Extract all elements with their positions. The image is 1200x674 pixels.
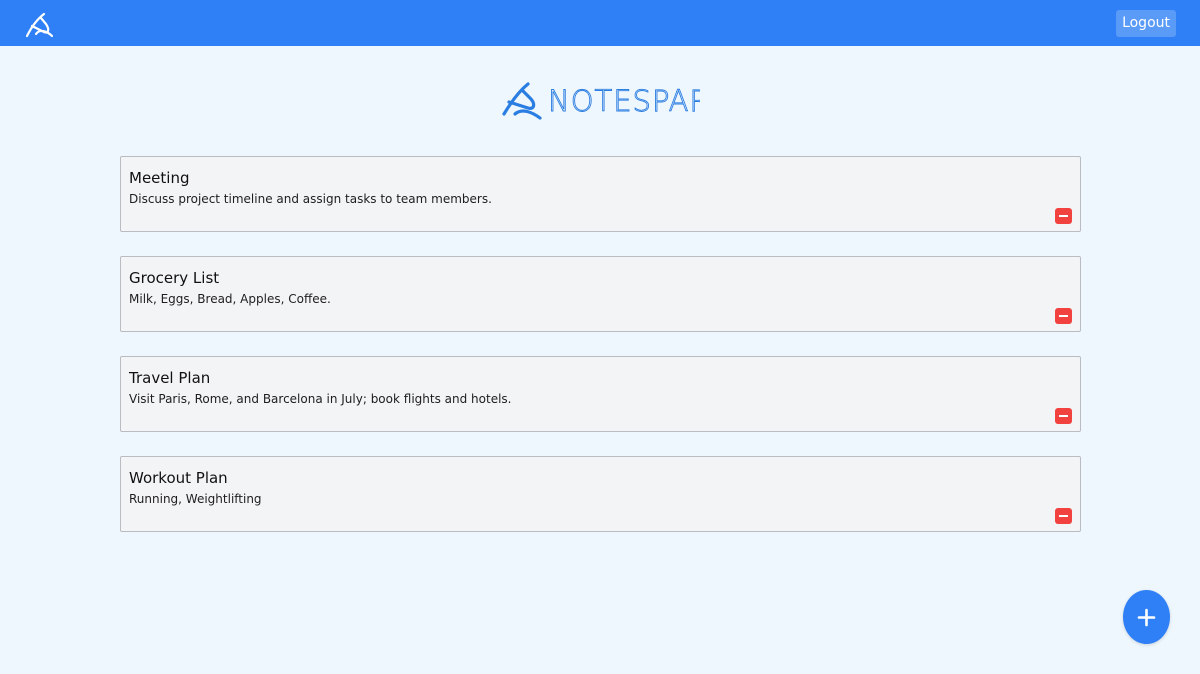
note-title: Meeting <box>129 169 190 187</box>
note-title: Grocery List <box>129 269 220 287</box>
note-body: Milk, Eggs, Bread, Apples, Coffee. <box>129 292 331 306</box>
note-title: Workout Plan <box>129 469 228 487</box>
minus-icon <box>1059 415 1068 417</box>
note-title: Travel Plan <box>129 369 211 387</box>
minus-icon <box>1059 515 1068 517</box>
delete-note-button[interactable] <box>1055 308 1072 324</box>
logout-button[interactable]: Logout <box>1116 10 1176 37</box>
minus-icon <box>1059 215 1068 217</box>
note-body: Running, Weightlifting <box>129 492 262 506</box>
add-note-button[interactable] <box>1123 590 1170 644</box>
navbar: Logout <box>0 0 1200 46</box>
note-card[interactable]: Workout Plan Running, Weightlifting <box>120 456 1081 532</box>
delete-note-button[interactable] <box>1055 408 1072 424</box>
delete-note-button[interactable] <box>1055 508 1072 524</box>
minus-icon <box>1059 315 1068 317</box>
brand-name: NOTESPARK <box>548 84 700 118</box>
note-card[interactable]: Grocery List Milk, Eggs, Bread, Apples, … <box>120 256 1081 332</box>
notespark-swoosh-icon <box>502 82 542 120</box>
note-card[interactable]: Meeting Discuss project timeline and ass… <box>120 156 1081 232</box>
note-body: Visit Paris, Rome, and Barcelona in July… <box>129 392 512 406</box>
note-body: Discuss project timeline and assign task… <box>129 192 492 206</box>
note-card[interactable]: Travel Plan Visit Paris, Rome, and Barce… <box>120 356 1081 432</box>
plus-icon <box>1137 608 1156 627</box>
delete-note-button[interactable] <box>1055 208 1072 224</box>
notespark-logo-icon[interactable] <box>24 10 54 38</box>
brand-logo: NOTESPARK <box>500 78 730 122</box>
notes-list: Meeting Discuss project timeline and ass… <box>120 156 1081 556</box>
